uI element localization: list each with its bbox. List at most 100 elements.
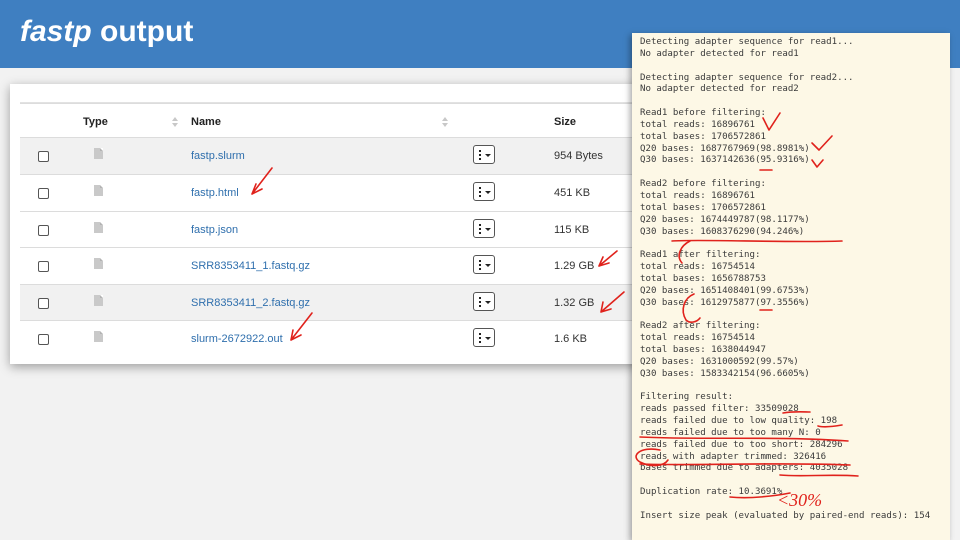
log-line: total reads: 16754514	[640, 262, 755, 273]
checkbox-icon[interactable]	[38, 298, 49, 309]
file-icon	[94, 222, 103, 233]
file-name-link[interactable]: slurm-2672922.out	[191, 321, 283, 357]
file-actions-button[interactable]	[473, 328, 495, 347]
log-line: Q30 bases: 1637142636(95.9316%)	[640, 155, 810, 166]
checkbox-icon[interactable]	[38, 261, 49, 272]
fastp-log: Detecting adapter sequence for read1... N…	[632, 33, 950, 523]
file-name-link[interactable]: fastp.slurm	[191, 138, 245, 174]
file-name-link[interactable]: fastp.json	[191, 212, 238, 248]
caret-down-icon	[485, 264, 491, 267]
log-line: reads failed due to too many N: 0	[640, 427, 821, 438]
log-line: reads passed filter: 33509028	[640, 404, 799, 415]
file-browser-panel: Type Name Size fastp.slurm 954 Bytes fas…	[10, 84, 670, 364]
log-line: No adapter detected for read1	[640, 48, 799, 59]
table-row[interactable]: fastp.html 451 KB	[20, 174, 660, 211]
table-row[interactable]: fastp.json 115 KB	[20, 211, 660, 248]
kebab-menu-icon	[479, 224, 481, 226]
file-actions-button[interactable]	[473, 145, 495, 164]
log-line: Filtering result:	[640, 392, 734, 403]
kebab-menu-icon	[479, 187, 481, 189]
kebab-menu-icon	[479, 297, 481, 299]
table-row[interactable]: slurm-2672922.out 1.6 KB	[20, 320, 660, 357]
file-size: 954 Bytes	[554, 150, 603, 162]
file-icon	[94, 295, 103, 306]
slide-title-rest: output	[91, 15, 194, 48]
kebab-menu-icon	[479, 150, 481, 152]
caret-down-icon	[485, 337, 491, 340]
log-line: reads failed due to low quality: 198	[640, 416, 838, 426]
log-line: Q20 bases: 1687767969(98.8981%)	[640, 143, 810, 154]
file-actions-button[interactable]	[473, 219, 495, 238]
log-line: Detecting adapter sequence for read1...	[640, 37, 854, 47]
table-row[interactable]: fastp.slurm 954 Bytes	[20, 137, 660, 174]
file-name-link[interactable]: SRR8353411_1.fastq.gz	[191, 248, 310, 284]
log-line: Q30 bases: 1612975877(97.3556%)	[640, 297, 810, 308]
slide-title: fastp output	[20, 15, 193, 49]
table-row[interactable]: SRR8353411_1.fastq.gz 1.29 GB	[20, 247, 660, 284]
file-icon	[94, 331, 103, 342]
file-size: 451 KB	[554, 187, 591, 199]
sort-icon[interactable]	[442, 117, 448, 127]
column-header-type[interactable]: Type	[83, 104, 108, 140]
log-line: Read2 before filtering:	[640, 179, 766, 190]
file-name-link[interactable]: fastp.html	[191, 175, 239, 211]
checkbox-icon[interactable]	[38, 334, 49, 345]
log-line: total bases: 1706572861	[640, 131, 766, 142]
caret-down-icon	[485, 301, 491, 304]
log-line: reads failed due to too short: 284296	[640, 439, 843, 450]
log-line: total bases: 1656788753	[640, 273, 766, 284]
file-icon	[94, 185, 103, 196]
terminal-output-window: Detecting adapter sequence for read1... N…	[632, 33, 950, 540]
log-line: total reads: 16896761	[640, 190, 755, 201]
file-size: 115 KB	[554, 224, 590, 236]
log-line: total bases: 1638044947	[640, 344, 766, 355]
checkbox-icon[interactable]	[38, 188, 49, 199]
file-icon	[94, 258, 103, 269]
file-size: 1.6 KB	[554, 333, 588, 345]
file-size: 1.29 GB	[554, 260, 595, 272]
log-line: Q20 bases: 1674449787(98.1177%)	[640, 214, 810, 225]
log-line: Read1 after filtering:	[640, 250, 761, 261]
checkbox-icon[interactable]	[38, 151, 49, 162]
log-line: No adapter detected for read2	[640, 84, 799, 95]
kebab-menu-icon	[479, 333, 481, 335]
sort-icon[interactable]	[172, 117, 178, 127]
log-line: Q20 bases: 1631000592(99.57%)	[640, 356, 799, 367]
file-size: 1.32 GB	[554, 297, 595, 309]
kebab-menu-icon	[479, 260, 481, 262]
log-line: Q20 bases: 1651408401(99.6753%)	[640, 285, 810, 296]
file-name-link[interactable]: SRR8353411_2.fastq.gz	[191, 285, 310, 321]
column-header-size[interactable]: Size	[554, 104, 576, 140]
log-line: Insert size peak (evaluated by paired-en…	[640, 510, 931, 521]
log-line: Read1 before filtering:	[640, 108, 766, 119]
log-line: Q30 bases: 1583342154(96.6605%)	[640, 368, 810, 379]
table-row[interactable]: SRR8353411_2.fastq.gz 1.32 GB	[20, 284, 660, 321]
log-line: total reads: 16754514	[640, 333, 755, 344]
file-actions-button[interactable]	[473, 255, 495, 274]
caret-down-icon	[485, 228, 491, 231]
file-actions-button[interactable]	[473, 182, 495, 201]
file-actions-button[interactable]	[473, 292, 495, 311]
table-header-row: Type Name Size	[20, 103, 660, 140]
log-line: total reads: 16896761	[640, 119, 755, 130]
log-line: bases trimmed due to adapters: 4035028	[640, 463, 849, 474]
file-icon	[94, 148, 103, 159]
checkbox-icon[interactable]	[38, 225, 49, 236]
log-line: Q30 bases: 1608376290(94.246%)	[640, 226, 805, 237]
caret-down-icon	[485, 191, 491, 194]
log-line: reads with adapter trimmed: 326416	[640, 451, 827, 462]
log-line: total bases: 1706572861	[640, 202, 766, 213]
log-line: Read2 after filtering:	[640, 321, 761, 332]
log-line: Detecting adapter sequence for read2...	[640, 72, 854, 83]
caret-down-icon	[485, 154, 491, 157]
column-header-name[interactable]: Name	[191, 104, 221, 140]
slide-title-italic: fastp	[20, 15, 92, 48]
